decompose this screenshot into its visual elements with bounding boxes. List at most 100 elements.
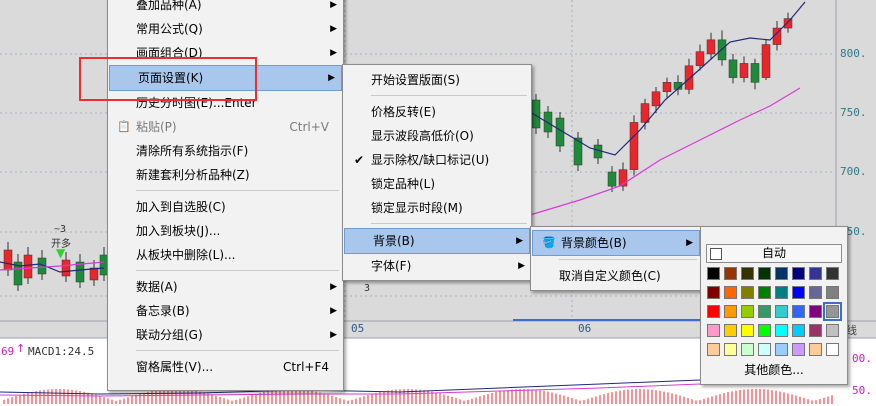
submenu-arrow-icon: ▶ — [330, 330, 337, 340]
context-menu-item[interactable]: 📋 粘贴(P) Ctrl+V — [108, 115, 343, 139]
date-label-05: 05 — [351, 322, 365, 335]
color-swatch[interactable] — [758, 343, 771, 356]
context-menu-item-label: 数据(A) — [136, 280, 178, 294]
context-menu-item-label: 从板块中删除(L)... — [136, 248, 236, 262]
context-menu-item-label: 粘贴(P) — [136, 120, 177, 134]
color-swatch[interactable] — [741, 324, 754, 337]
submenu-arrow-icon: ▶ — [330, 24, 337, 34]
context-menu-item-label: 新建套利分析品种(Z) — [136, 168, 250, 182]
color-swatch[interactable] — [823, 302, 842, 321]
candle-body — [629, 122, 639, 170]
page-submenu-item[interactable]: 锁定品种(L) — [343, 172, 531, 196]
color-swatch[interactable] — [724, 286, 737, 299]
context-menu-item[interactable]: 窗格属性(V)... Ctrl+F4 — [108, 355, 343, 379]
page-settings-submenu: 开始设置版面(S) 价格反转(E) 显示波段高低价(O) ✔ 显示除权/缺口标记(U) 锁… — [342, 64, 532, 281]
color-swatch[interactable] — [809, 267, 822, 280]
context-menu-item[interactable]: 常用公式(Q) ▶ — [108, 17, 343, 41]
context-menu-separator — [136, 350, 339, 351]
color-swatch[interactable] — [724, 267, 737, 280]
color-swatch[interactable] — [792, 267, 805, 280]
color-palette: 自动 其他颜色... — [700, 226, 848, 385]
context-menu-item[interactable]: 从板块中删除(L)... — [108, 243, 343, 267]
bg-submenu-separator — [559, 259, 697, 260]
color-swatch[interactable] — [707, 286, 720, 299]
color-swatch[interactable] — [775, 324, 788, 337]
color-swatch[interactable] — [741, 305, 754, 318]
color-swatch[interactable] — [809, 324, 822, 337]
color-swatch[interactable] — [741, 343, 754, 356]
color-swatch[interactable] — [792, 305, 805, 318]
context-menu-item-shortcut: Ctrl+V — [289, 120, 329, 134]
color-swatch[interactable] — [792, 324, 805, 337]
page-submenu-separator — [371, 223, 527, 224]
bg-submenu-item-label: 背景颜色(B) — [561, 236, 627, 250]
color-swatch[interactable] — [758, 305, 771, 318]
date-label-06: 06 — [578, 322, 592, 335]
candle-body — [89, 267, 99, 281]
context-menu-item[interactable]: 叠加品种(A) ▶ — [108, 0, 343, 17]
color-swatch[interactable] — [724, 343, 737, 356]
color-swatch[interactable] — [724, 324, 737, 337]
context-menu-item[interactable]: 加入到板块(J)... — [108, 219, 343, 243]
candle-body — [783, 18, 793, 29]
context-menu-item[interactable]: 备忘录(B) ▶ — [108, 299, 343, 323]
color-swatch[interactable] — [707, 324, 720, 337]
page-submenu-item-label: 显示波段高低价(O) — [371, 129, 474, 143]
color-swatch[interactable] — [707, 343, 720, 356]
context-menu-item[interactable]: 清除所有系统指示(F) — [108, 139, 343, 163]
color-swatch[interactable] — [792, 343, 805, 356]
context-menu-separator — [136, 190, 339, 191]
context-menu-item-label: 加入到自选股(C) — [136, 200, 226, 214]
color-swatch[interactable] — [826, 324, 839, 337]
context-menu-item[interactable]: 数据(A) ▶ — [108, 275, 343, 299]
page-submenu-item[interactable]: 显示波段高低价(O) — [343, 124, 531, 148]
color-swatch[interactable] — [775, 343, 788, 356]
bg-submenu-item[interactable]: 取消自定义颜色(C) — [531, 264, 701, 288]
bg-submenu-item-label: 取消自定义颜色(C) — [559, 269, 661, 283]
page-submenu-item[interactable]: 字体(F) ▶ — [343, 254, 531, 278]
auto-color-swatch — [710, 248, 722, 260]
color-swatch[interactable] — [758, 324, 771, 337]
buy-signal-arrow-icon: ▼ — [56, 246, 66, 260]
price-label-800: 800. — [840, 47, 867, 60]
context-menu-item-label: 叠加品种(A) — [136, 0, 202, 12]
color-swatch[interactable] — [826, 286, 839, 299]
color-swatch[interactable] — [775, 267, 788, 280]
context-menu-item-label: 联动分组(G) — [136, 328, 203, 342]
color-swatch[interactable] — [758, 267, 771, 280]
color-swatch[interactable] — [809, 286, 822, 299]
color-swatch[interactable] — [809, 305, 822, 318]
page-submenu-item[interactable]: ✔ 显示除权/缺口标记(U) — [343, 148, 531, 172]
candle-body — [543, 111, 553, 133]
page-submenu-item[interactable]: 开始设置版面(S) — [343, 68, 531, 92]
color-swatch[interactable] — [758, 286, 771, 299]
submenu-arrow-icon: ▶ — [328, 73, 335, 83]
price-label-750: 750. — [840, 106, 867, 119]
color-swatch[interactable] — [792, 286, 805, 299]
color-swatch[interactable] — [741, 286, 754, 299]
page-submenu-item[interactable]: 价格反转(E) — [343, 100, 531, 124]
page-submenu-item[interactable]: 背景(B) ▶ — [344, 228, 530, 254]
page-submenu-item-label: 背景(B) — [373, 234, 415, 248]
more-colors-button[interactable]: 其他颜色... — [701, 360, 847, 380]
candle-body — [607, 171, 617, 187]
color-swatch[interactable] — [826, 267, 839, 280]
color-swatch[interactable] — [741, 267, 754, 280]
color-swatch[interactable] — [826, 343, 839, 356]
macd-indicator-label: MACD1:24.5 — [28, 345, 95, 358]
context-menu-item[interactable]: 加入到自选股(C) — [108, 195, 343, 219]
color-swatch[interactable] — [809, 343, 822, 356]
context-menu-item[interactable]: 新建套利分析品种(Z) — [108, 163, 343, 187]
candle-body — [662, 82, 672, 93]
paste-icon: 📋 — [117, 120, 131, 133]
auto-color-button[interactable]: 自动 — [706, 244, 842, 263]
color-swatch[interactable] — [724, 305, 737, 318]
page-submenu-item[interactable]: 锁定显示时段(M) — [343, 196, 531, 220]
candle-body — [651, 91, 661, 107]
bg-submenu-item[interactable]: 🪣 背景颜色(B) ▶ — [532, 230, 700, 256]
color-swatch[interactable] — [775, 286, 788, 299]
color-swatch[interactable] — [707, 305, 720, 318]
color-swatch[interactable] — [707, 267, 720, 280]
color-swatch[interactable] — [775, 305, 788, 318]
context-menu-item[interactable]: 联动分组(G) ▶ — [108, 323, 343, 347]
